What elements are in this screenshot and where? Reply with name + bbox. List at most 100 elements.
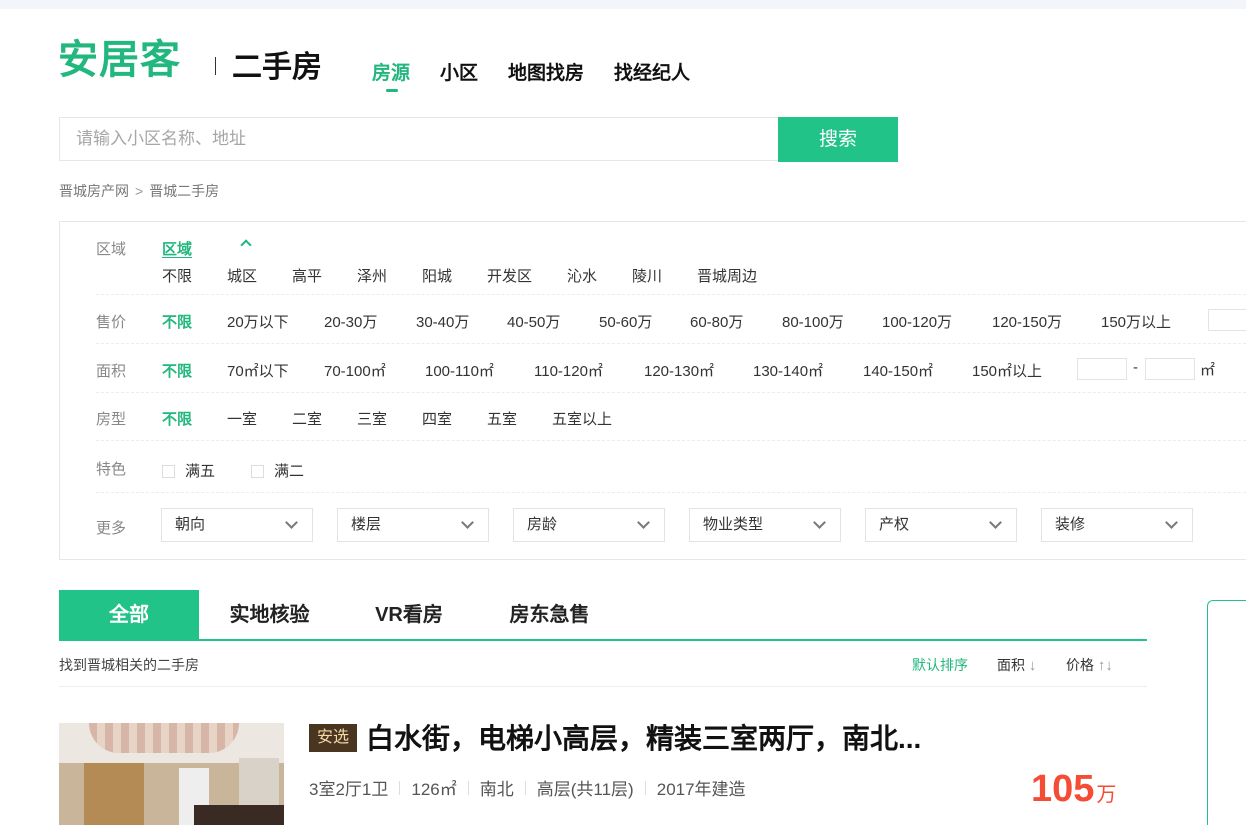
feature-option-two-years[interactable]: 满二 [251,460,304,481]
region-options: 不限 城区 高平 泽州 阳城 开发区 沁水 陵川 晋城周边 [162,265,757,286]
checkbox[interactable] [251,465,264,478]
select-label: 楼层 [351,516,382,533]
nav-item-listings[interactable]: 房源 [372,60,410,92]
room-option[interactable]: 四室 [422,408,487,429]
tab-vr[interactable]: VR看房 [349,590,469,639]
price-option[interactable]: 60-80万 [690,311,782,332]
price-option[interactable]: 50-60万 [599,311,690,332]
filter-label-region: 区域 [96,241,127,258]
region-option-all[interactable]: 不限 [162,265,227,286]
arrow-down-icon: ↓ [1028,657,1037,674]
area-option[interactable]: 70-100㎡ [324,360,425,381]
select-ownership[interactable]: 产权 [865,508,1017,542]
select-floor[interactable]: 楼层 [337,508,489,542]
divider [524,780,526,795]
sort-label: 价格 [1066,657,1094,673]
price-option[interactable]: 80-100万 [782,311,882,332]
feature-label: 满二 [274,463,305,480]
filter-row-rooms: 房型 不限 一室 二室 三室 四室 五室 五室以上 [96,393,1246,441]
region-option[interactable]: 陵川 [632,265,697,286]
filter-label-features: 特色 [96,461,127,478]
tab-urgent-sale[interactable]: 房东急售 [487,590,612,639]
feature-option-five-years[interactable]: 满五 [162,460,251,481]
price-options: 不限 20万以下 20-30万 30-40万 40-50万 50-60万 60-… [162,311,1171,332]
search-button[interactable]: 搜索 [778,117,898,162]
price-option[interactable]: 20万以下 [227,311,324,332]
checkbox[interactable] [162,465,175,478]
nav-item-communities[interactable]: 小区 [440,60,478,88]
region-option[interactable]: 开发区 [487,265,567,286]
price-option[interactable]: 120-150万 [992,311,1101,332]
price-option-all[interactable]: 不限 [162,311,227,332]
listing-title[interactable]: 白水街，电梯小高层，精装三室两厅，南北... [366,720,921,758]
area-option[interactable]: 70㎡以下 [227,360,324,381]
area-option[interactable]: 130-140㎡ [753,360,863,381]
chevron-down-icon [813,516,826,529]
search-input[interactable] [59,117,779,161]
room-option-all[interactable]: 不限 [162,408,227,429]
region-option[interactable]: 沁水 [567,265,632,286]
region-tab[interactable]: 区域 [162,238,192,259]
area-min-input[interactable] [1077,358,1127,380]
tab-verified[interactable]: 实地核验 [207,590,332,639]
listing-layout: 3室2厅1卫 [309,780,389,799]
sort-default[interactable]: 默认排序 [912,655,968,675]
room-option[interactable]: 二室 [292,408,357,429]
room-option[interactable]: 三室 [357,408,422,429]
area-option[interactable]: 100-110㎡ [425,360,534,381]
filter-row-features: 特色 满五 满二 [96,441,1246,493]
region-option[interactable]: 高平 [292,265,357,286]
filter-label-rooms: 房型 [96,411,127,428]
chevron-down-icon [461,516,474,529]
breadcrumb-separator: > [135,183,144,199]
select-label: 房龄 [527,516,558,533]
room-option[interactable]: 一室 [227,408,292,429]
area-option[interactable]: 110-120㎡ [534,360,644,381]
filter-row-region: 区域 区域 不限 城区 高平 泽州 阳城 开发区 沁水 陵川 晋城周边 [96,222,1246,295]
sort-price[interactable]: 价格 ↑↓ [1066,655,1113,675]
price-min-input[interactable] [1208,309,1246,331]
tab-all[interactable]: 全部 [59,590,199,639]
breadcrumb-link-home[interactable]: 晋城房产网 [59,183,129,199]
filter-panel: 区域 区域 不限 城区 高平 泽州 阳城 开发区 沁水 陵川 晋城周边 售价 不… [59,221,1246,560]
area-options: 不限 70㎡以下 70-100㎡ 100-110㎡ 110-120㎡ 120-1… [162,360,1042,381]
top-strip [0,0,1246,9]
listing-tag: 安选 [309,724,357,752]
range-dash: - [1133,359,1138,376]
area-option[interactable]: 140-150㎡ [863,360,972,381]
price-option[interactable]: 100-120万 [882,311,992,332]
price-option[interactable]: 20-30万 [324,311,416,332]
filter-row-price: 售价 不限 20万以下 20-30万 30-40万 40-50万 50-60万 … [96,295,1246,344]
filter-label-price: 售价 [96,314,127,331]
region-option[interactable]: 城区 [227,265,292,286]
room-option[interactable]: 五室 [487,408,552,429]
sort-area[interactable]: 面积 ↓ [997,655,1036,675]
region-option[interactable]: 泽州 [357,265,422,286]
area-option-all[interactable]: 不限 [162,360,227,381]
select-building-age[interactable]: 房龄 [513,508,665,542]
select-property-type[interactable]: 物业类型 [689,508,841,542]
listing-photo[interactable] [59,723,284,825]
price-option[interactable]: 30-40万 [416,311,507,332]
area-unit: ㎡ [1200,362,1216,379]
breadcrumb-link-current[interactable]: 晋城二手房 [149,183,219,199]
logo[interactable]: 安居客 [58,38,181,82]
select-decoration[interactable]: 装修 [1041,508,1193,542]
area-max-input[interactable] [1145,358,1195,380]
price-option[interactable]: 150万以上 [1101,311,1171,332]
room-option[interactable]: 五室以上 [552,408,612,429]
chevron-down-icon [1165,516,1178,529]
price-option[interactable]: 40-50万 [507,311,599,332]
divider [467,780,469,795]
nav-item-map-search[interactable]: 地图找房 [508,60,584,88]
area-option[interactable]: 150㎡以上 [972,360,1042,381]
result-summary: 找到晋城相关的二手房 [59,657,199,673]
region-option[interactable]: 阳城 [422,265,487,286]
area-option[interactable]: 120-130㎡ [644,360,753,381]
chevron-up-icon[interactable] [240,239,252,251]
nav-item-find-agent[interactable]: 找经纪人 [614,60,690,88]
select-orientation[interactable]: 朝向 [161,508,313,542]
region-option[interactable]: 晋城周边 [697,265,757,286]
listing-floor: 高层(共11层) [536,780,634,799]
feature-options: 满五 满二 [162,460,304,481]
